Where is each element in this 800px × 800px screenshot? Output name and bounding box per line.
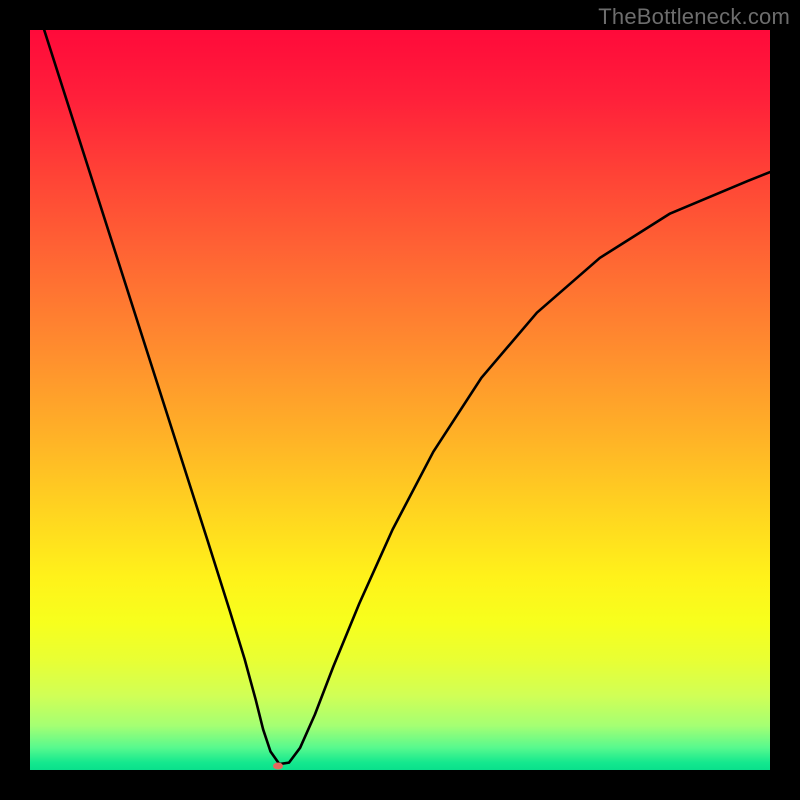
curve-svg	[30, 30, 770, 770]
watermark-text: TheBottleneck.com	[598, 4, 790, 30]
min-marker	[273, 762, 283, 769]
chart-frame: TheBottleneck.com	[0, 0, 800, 800]
plot-area	[30, 30, 770, 770]
bottleneck-curve	[30, 30, 770, 764]
